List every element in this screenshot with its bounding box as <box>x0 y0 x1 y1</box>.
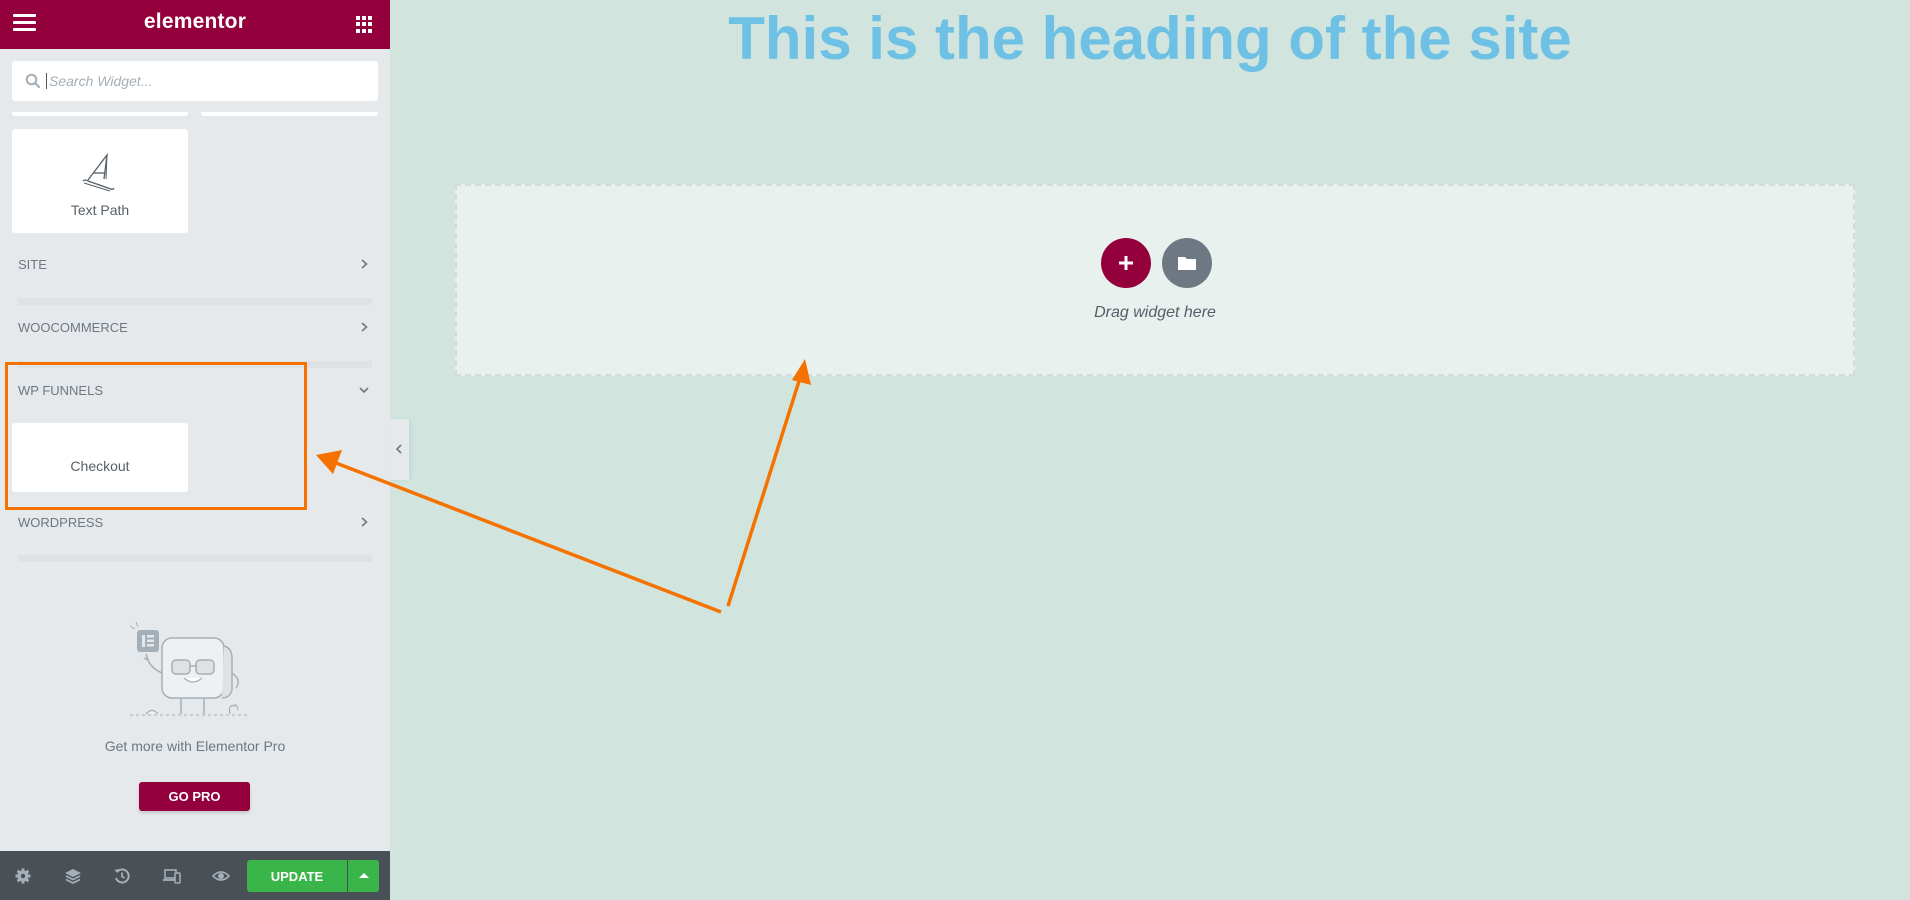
site-heading[interactable]: This is the heading of the site <box>390 4 1910 73</box>
category-title: WOOCOMMERCE <box>18 320 128 335</box>
elementor-pro-mascot-illustration <box>129 621 250 716</box>
chevron-left-icon <box>395 444 402 454</box>
text-path-icon <box>82 152 115 192</box>
search-icon <box>25 73 41 89</box>
go-pro-button[interactable]: GO PRO <box>139 782 250 811</box>
grid-icon[interactable] <box>356 16 373 33</box>
widget-checkout[interactable]: Checkout <box>12 423 188 492</box>
elementor-logo: elementor <box>143 10 247 33</box>
elementor-panel: elementor Text Path SITE WOOCOMMERCE WP … <box>0 0 390 900</box>
responsive-mode-icon[interactable] <box>163 867 181 885</box>
panel-footer: UPDATE <box>0 851 390 900</box>
panel-header: elementor <box>0 0 390 49</box>
widget-label: Text Path <box>70 202 130 218</box>
update-options-button[interactable] <box>348 860 379 892</box>
category-woocommerce[interactable]: WOOCOMMERCE <box>18 316 372 340</box>
category-site[interactable]: SITE <box>18 253 372 277</box>
drag-widget-hint: Drag widget here <box>1094 304 1216 321</box>
promo-text: Get more with Elementor Pro <box>104 738 286 754</box>
settings-icon[interactable] <box>14 867 32 885</box>
category-title: SITE <box>18 257 47 272</box>
divider <box>18 298 372 305</box>
category-title: WORDPRESS <box>18 515 104 530</box>
widget-tile-partial[interactable] <box>201 112 378 116</box>
annotation-arrow-to-dropzone <box>726 359 811 607</box>
update-button[interactable]: UPDATE <box>247 860 347 892</box>
chevron-right-icon <box>361 259 368 269</box>
chevron-right-icon <box>361 517 368 527</box>
widget-drop-zone[interactable]: Drag widget here <box>455 184 1855 376</box>
search-widget-box <box>12 61 378 101</box>
navigator-layers-icon[interactable] <box>64 867 82 885</box>
add-section-button[interactable] <box>1101 238 1151 288</box>
divider <box>18 361 372 368</box>
folder-icon <box>1178 257 1196 270</box>
caret-up-icon <box>359 873 369 878</box>
preview-eye-icon[interactable] <box>212 867 230 885</box>
category-wordpress[interactable]: WORDPRESS <box>18 511 372 535</box>
category-title: WP FUNNELS <box>18 383 103 398</box>
divider <box>18 555 372 562</box>
category-wp-funnels[interactable]: WP FUNNELS <box>18 379 372 403</box>
collapse-panel-button[interactable] <box>390 419 409 480</box>
add-template-button[interactable] <box>1162 238 1212 288</box>
plus-icon <box>1119 256 1133 270</box>
history-icon[interactable] <box>113 867 131 885</box>
widget-tile-partial[interactable] <box>12 112 188 116</box>
widget-label: Checkout <box>70 458 130 474</box>
chevron-right-icon <box>361 322 368 332</box>
search-widget-input[interactable] <box>46 73 366 89</box>
widget-text-path[interactable]: Text Path <box>12 129 188 233</box>
chevron-down-icon <box>359 387 369 394</box>
